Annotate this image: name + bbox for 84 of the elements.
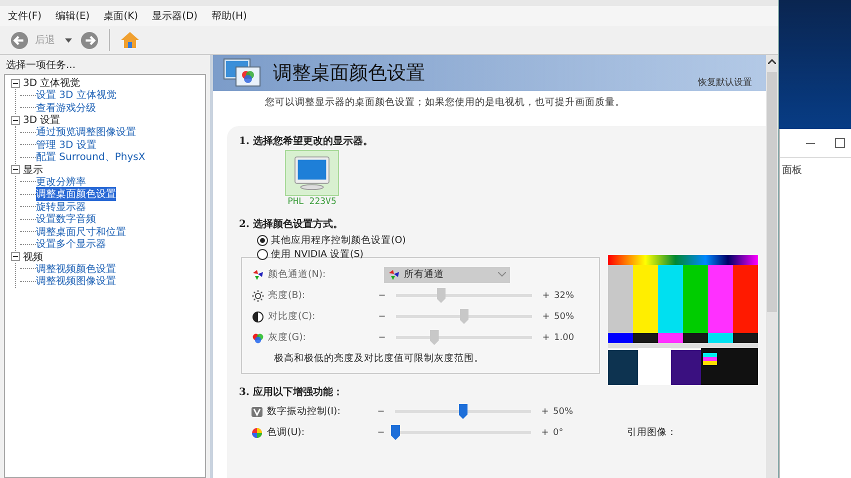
collapse-icon[interactable] <box>11 252 20 261</box>
color-circles-icon <box>252 332 264 344</box>
chevron-down-icon <box>498 272 506 277</box>
minimize-icon[interactable] <box>806 142 815 144</box>
tree-task-link[interactable]: 调整桌面尺寸和位置 <box>36 224 126 239</box>
tree-task-link[interactable]: 查看游戏分级 <box>36 100 96 115</box>
minus-sign: − <box>378 332 386 342</box>
radio-label[interactable]: 其他应用程序控制颜色设置(O) <box>271 234 406 246</box>
tree-task-link[interactable]: 更改分辨率 <box>36 174 86 189</box>
tree-task-link[interactable]: 调整桌面颜色设置 <box>36 187 116 202</box>
background-window-text: 面板 <box>781 164 803 177</box>
tree-task-link[interactable]: 通过预览调整图像设置 <box>36 125 136 140</box>
menu-item[interactable]: 编辑(E) <box>56 9 90 23</box>
slider-label: 色调(U): <box>267 426 306 439</box>
slider-value: 0° <box>553 428 564 438</box>
tree-task-link[interactable]: 设置数字音频 <box>36 212 96 226</box>
section-title: 1. 选择您希望更改的显示器。 <box>239 134 374 149</box>
channel-label: 颜色通道(N): <box>268 268 327 281</box>
tree-task-link[interactable]: 设置 3D 立体视觉 <box>36 88 116 102</box>
color-channel-icon <box>252 268 264 280</box>
tree-category[interactable]: 3D 设置 <box>23 113 60 127</box>
slider-thumb[interactable] <box>460 309 468 324</box>
slider-thumb[interactable] <box>436 288 446 303</box>
maximize-icon[interactable] <box>835 138 845 148</box>
page-title: 调整桌面颜色设置 <box>273 61 425 86</box>
tree-task-link[interactable]: 管理 3D 设置 <box>36 138 96 152</box>
plus-sign: + <box>542 332 550 342</box>
page-description: 您可以调整显示器的桌面颜色设置；如果您使用的是电视机，也可提升画面质量。 <box>264 96 626 110</box>
slider-label: 对比度(C): <box>268 310 316 323</box>
tree-task-link[interactable]: 调整视频图像设置 <box>36 274 116 288</box>
tree-task-link[interactable]: 旋转显示器 <box>36 200 86 214</box>
monitor-icon <box>293 156 331 190</box>
home-icon[interactable] <box>120 30 140 50</box>
plus-sign: + <box>542 312 550 322</box>
slider-value: 50% <box>554 312 576 322</box>
plus-sign: + <box>542 290 550 300</box>
display-name: PHL 223V5 <box>288 197 336 207</box>
menu-item[interactable]: 帮助(H) <box>212 9 247 23</box>
sun-icon <box>252 290 264 302</box>
channel-dropdown[interactable]: 所有通道 <box>384 266 510 282</box>
slider-value: 50% <box>553 406 574 416</box>
tree-task-link[interactable]: 设置多个显示器 <box>36 237 106 252</box>
monitor-color-icon <box>223 57 263 89</box>
minus-sign: − <box>378 290 386 300</box>
slider-value: 32% <box>554 290 576 300</box>
tree-category[interactable]: 视频 <box>23 250 43 264</box>
minus-sign: − <box>377 428 385 438</box>
slider-label: 亮度(B): <box>268 289 306 302</box>
plus-sign: + <box>541 428 549 438</box>
vibrance-icon <box>251 406 263 418</box>
tree-task-link[interactable]: 配置 Surround、PhysX <box>36 150 146 164</box>
tree-category[interactable]: 显示 <box>23 162 43 176</box>
caret-icon[interactable] <box>65 38 72 42</box>
color-wheel-icon <box>251 426 263 438</box>
contrast-icon <box>252 310 264 322</box>
menu-item[interactable]: 桌面(K) <box>104 9 138 23</box>
minus-sign: − <box>378 312 386 322</box>
task-panel-title: 选择一项任务... <box>5 58 77 73</box>
radio-label[interactable]: 使用 NVIDIA 设置(S) <box>271 248 364 260</box>
restore-defaults-link[interactable]: 恢复默认设置 <box>698 76 752 89</box>
collapse-icon[interactable] <box>11 165 20 174</box>
radio-button[interactable] <box>257 248 268 260</box>
menu-item[interactable]: 显示器(D) <box>152 9 198 23</box>
slider-thumb[interactable] <box>391 425 400 440</box>
reference-image-label: 引用图像： <box>627 426 677 439</box>
plus-sign: + <box>541 406 549 416</box>
scroll-up-icon[interactable] <box>768 59 776 64</box>
scrollbar[interactable] <box>766 55 778 478</box>
section-title: 2. 选择颜色设置方式。 <box>239 217 344 232</box>
tree-task-link[interactable]: 调整视频颜色设置 <box>36 262 116 276</box>
slider-label: 数字振动控制(I): <box>267 405 342 418</box>
gamma-note: 极高和极低的亮度及对比度值可限制灰度范围。 <box>273 352 485 366</box>
section-title: 3. 应用以下增强功能： <box>239 385 344 400</box>
tree-category[interactable]: 3D 立体视觉 <box>23 76 80 90</box>
collapse-icon[interactable] <box>11 78 20 88</box>
slider-thumb[interactable] <box>430 330 439 345</box>
slider-label: 灰度(G): <box>268 331 307 344</box>
slider-thumb[interactable] <box>458 404 468 419</box>
menu-item[interactable]: 文件(F) <box>8 9 42 23</box>
collapse-icon[interactable] <box>11 116 20 124</box>
slider-value: 1.00 <box>554 332 576 342</box>
radio-button[interactable] <box>257 234 268 246</box>
display-tile[interactable] <box>285 150 339 196</box>
minus-sign: − <box>377 406 385 416</box>
